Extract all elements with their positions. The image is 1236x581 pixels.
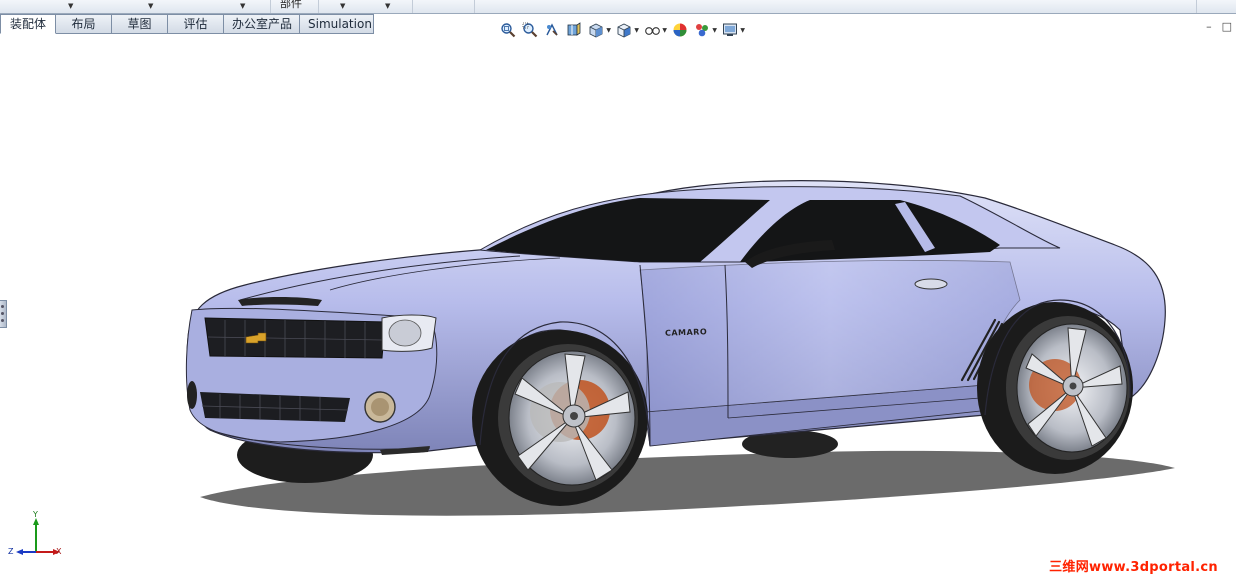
restore-window-icon[interactable]: – <box>1206 20 1212 33</box>
dropdown-arrow-icon[interactable]: ▼ <box>240 2 245 10</box>
dropdown-arrow-icon[interactable]: ▼ <box>148 2 153 10</box>
tab-evaluate[interactable]: 评估 <box>168 14 224 34</box>
tab-layout[interactable]: 布局 <box>56 14 112 34</box>
camaro-badge: CAMARO <box>664 327 708 338</box>
tab-office-products[interactable]: 办公室产品 <box>224 14 300 34</box>
maximize-window-icon[interactable]: □ <box>1222 20 1232 33</box>
watermark: 三维网www.3dportal.cn <box>1049 560 1218 575</box>
coordinate-triad: Y X Z <box>8 510 68 562</box>
solidworks-window: ▼ ▼ ▼ 部件 ▼ ▼ 装配体 布局 草图 评估 办公室产品 Simulati… <box>0 0 1236 581</box>
dropdown-arrow-icon[interactable]: ▼ <box>68 2 73 10</box>
dropdown-arrow-icon[interactable]: ▼ <box>340 2 345 10</box>
command-manager-tabs: 装配体 布局 草图 评估 办公室产品 Simulation <box>0 14 374 34</box>
car-model[interactable] <box>0 34 1236 581</box>
dropdown-arrow-icon[interactable]: ▼ <box>385 2 390 10</box>
window-controls: – □ <box>1206 20 1232 33</box>
triad-x-label: X <box>56 547 62 556</box>
tab-simulation[interactable]: Simulation <box>300 14 374 34</box>
tab-assembly[interactable]: 装配体 <box>0 14 56 34</box>
command-manager-strip: ▼ ▼ ▼ 部件 ▼ ▼ <box>0 0 1236 14</box>
rear-wheel <box>977 302 1133 474</box>
tab-sketch[interactable]: 草图 <box>112 14 168 34</box>
triad-y-label: Y <box>33 510 38 519</box>
command-group-label[interactable]: 部件 <box>280 0 302 10</box>
triad-z-label: Z <box>8 547 14 556</box>
front-wheel <box>472 330 648 506</box>
graphics-area[interactable]: CAMARO <box>0 34 1236 581</box>
